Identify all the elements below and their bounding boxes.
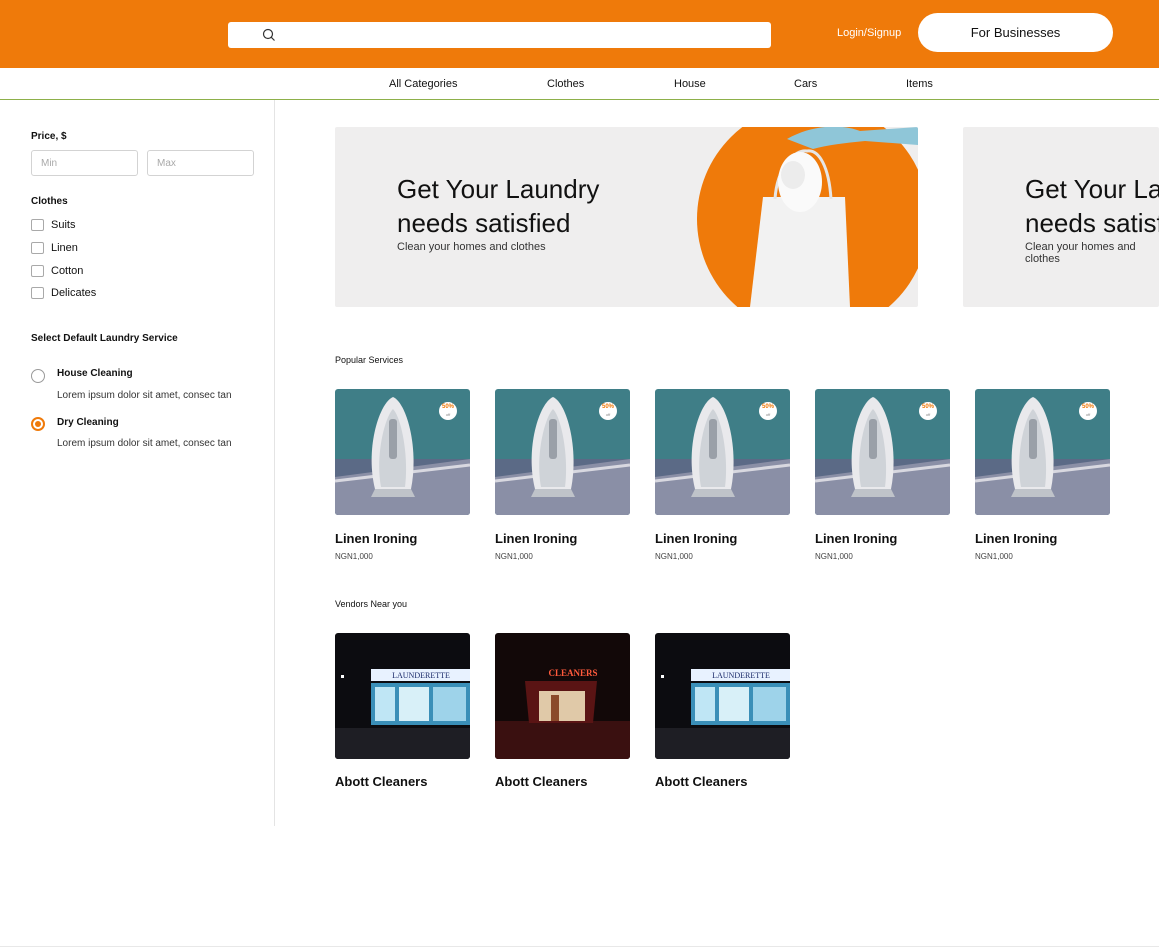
discount-badge: 50% off [599,402,617,420]
service-price: NGN1,000 [815,552,853,561]
service-name[interactable]: Linen Ironing [495,531,577,546]
category-all[interactable]: All Categories [389,78,457,90]
service-price: NGN1,000 [495,552,533,561]
service-name[interactable]: Linen Ironing [975,531,1057,546]
banner-subtitle: Clean your homes and clothes [1025,241,1136,265]
promo-banner[interactable]: Get Your Laundry needs satisfied Clean y… [963,127,1159,307]
price-min-input[interactable]: Min [31,150,138,176]
sign-text: LAUNDERETTE [392,671,450,680]
banner-subtitle: Clean your homes and clothes [397,241,546,253]
iron-image[interactable]: 50% off [655,389,790,515]
checkbox-label: Delicates [51,287,97,299]
search-input[interactable] [228,22,771,48]
banner-title: Get Your Laundry needs satisfied [397,174,600,238]
service-name[interactable]: Linen Ironing [655,531,737,546]
checkbox[interactable] [31,265,44,277]
service-title: House Cleaning [57,368,133,379]
login-signup-link[interactable]: Login/Signup [837,27,901,39]
checkbox-label: Cotton [51,265,84,277]
clothes-filter-label: Clothes [31,196,68,207]
checkbox[interactable] [31,219,44,231]
iron-image[interactable]: 50% off [815,389,950,515]
vendor-image[interactable]: LAUNDERETTE [655,633,790,759]
filter-sidebar: Price, $ Min Max Clothes Suits Linen Cot… [0,100,275,826]
checkbox[interactable] [31,287,44,299]
clothes-option-cotton[interactable]: Cotton [31,265,83,277]
discount-badge: 50% off [759,402,777,420]
vendor-name[interactable]: Abott Cleaners [495,774,587,789]
sign-text: LAUNDERETTE [712,671,770,680]
service-price: NGN1,000 [655,552,693,561]
service-name[interactable]: Linen Ironing [335,531,417,546]
vendors-near-you-title: Vendors Near you [335,599,408,609]
category-nav: All Categories Clothes House Cars Items [0,68,1159,100]
category-house[interactable]: House [674,78,706,90]
for-businesses-button[interactable]: For Businesses [918,13,1113,52]
house-cleaning-radio[interactable] [31,369,45,383]
service-title: Dry Cleaning [57,417,119,428]
banner-title: Get Your Laundry needs satisfied [1025,174,1159,238]
checkbox-label: Suits [51,219,76,231]
vendor-name[interactable]: Abott Cleaners [655,774,747,789]
clothes-option-linen[interactable]: Linen [31,242,78,254]
service-description: Lorem ipsum dolor sit amet, consec tan [57,390,232,401]
discount-badge: 50% off [1079,402,1097,420]
footer-divider [0,946,1159,947]
laundry-service-label: Select Default Laundry Service [31,333,178,344]
storefront-image: LAUNDERETTE [655,633,790,759]
discount-badge: 50% off [919,402,937,420]
price-max-input[interactable]: Max [147,150,254,176]
category-clothes[interactable]: Clothes [547,78,584,90]
service-description: Lorem ipsum dolor sit amet, consec tan [57,438,232,449]
service-price: NGN1,000 [335,552,373,561]
iron-image[interactable]: 50% off [335,389,470,515]
discount-badge: 50% off [439,402,457,420]
category-cars[interactable]: Cars [794,78,817,90]
iron-image[interactable]: 50% off [495,389,630,515]
service-price: NGN1,000 [975,552,1013,561]
top-header: Login/Signup For Businesses [0,0,1159,68]
sign-text: CLEANERS [548,668,597,678]
dry-cleaning-radio[interactable] [31,417,45,431]
checkbox-label: Linen [51,242,78,254]
service-name[interactable]: Linen Ironing [815,531,897,546]
laundry-bag-image [697,127,918,307]
promo-banner[interactable]: Get Your Laundry needs satisfied Clean y… [335,127,918,307]
checkbox[interactable] [31,242,44,254]
vendor-name[interactable]: Abott Cleaners [335,774,427,789]
popular-services-title: Popular Services [335,355,404,365]
clothes-option-delicates[interactable]: Delicates [31,287,96,299]
vendor-image[interactable]: LAUNDERETTE [335,633,470,759]
price-label: Price, $ [31,131,67,142]
category-items[interactable]: Items [906,78,933,90]
iron-image[interactable]: 50% off [975,389,1110,515]
search-icon [262,28,275,41]
vendor-image[interactable]: CLEANERS [495,633,630,759]
storefront-image: CLEANERS [495,633,630,759]
storefront-image: LAUNDERETTE [335,633,470,759]
clothes-option-suits[interactable]: Suits [31,219,75,231]
